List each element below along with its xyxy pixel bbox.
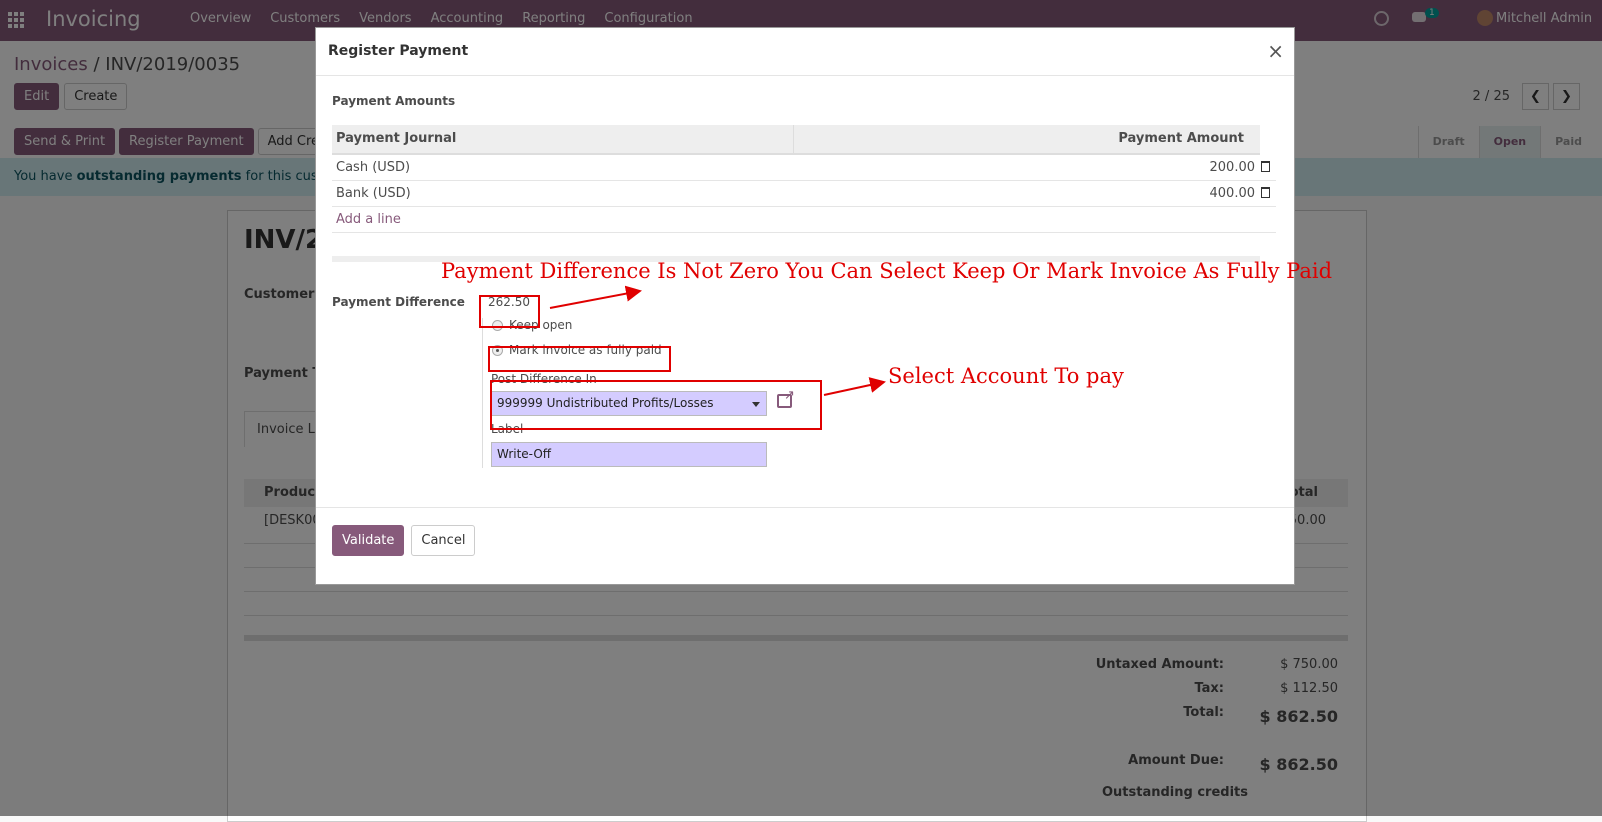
arrow-to-account-note [823, 377, 886, 396]
arrow-to-difference-note [549, 285, 642, 309]
annotation-arrows [549, 285, 886, 396]
